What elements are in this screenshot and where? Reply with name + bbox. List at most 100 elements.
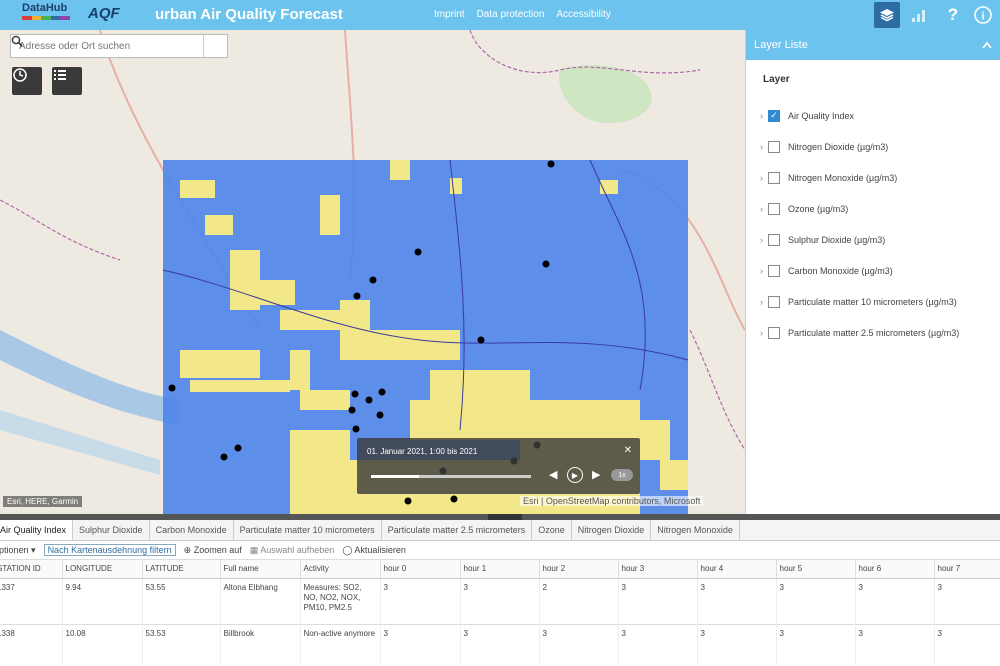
legend-button[interactable]: [52, 67, 82, 95]
signal-chart-button[interactable]: [906, 2, 932, 28]
station-point[interactable]: [234, 444, 242, 452]
table-row[interactable]: 1338 10.08 53.53 Billbrook Non-active an…: [0, 623, 1000, 664]
layer-checkbox[interactable]: [768, 202, 780, 215]
tab-carbon-monoxide[interactable]: Carbon Monoxide: [150, 520, 234, 540]
layer-item-ozone[interactable]: › Ozone (µg/m3): [746, 193, 1000, 224]
column-header[interactable]: STATION ID: [0, 560, 63, 579]
chevron-up-icon[interactable]: [982, 41, 992, 49]
imprint-link[interactable]: Imprint: [434, 9, 465, 20]
expand-icon[interactable]: ›: [760, 328, 768, 338]
table-row[interactable]: 1337 9.94 53.55 Altona Elbhang Measures:…: [0, 578, 1000, 624]
expand-icon[interactable]: ›: [760, 204, 768, 214]
expand-icon[interactable]: ›: [760, 173, 768, 183]
time-slider-close-icon[interactable]: ✕: [624, 445, 632, 456]
column-header[interactable]: hour 0: [380, 560, 461, 579]
station-point[interactable]: [547, 160, 555, 168]
search-icon: [11, 35, 23, 47]
table-cell: Non-active anymore: [300, 623, 381, 664]
layer-checkbox[interactable]: [768, 140, 780, 153]
top-header: DataHub AQF urban Air Quality Forecast I…: [0, 0, 1000, 30]
info-button[interactable]: i: [970, 2, 996, 28]
station-point[interactable]: [378, 388, 386, 396]
layer-item-sulphur-dioxide[interactable]: › Sulphur Dioxide (µg/m3): [746, 224, 1000, 255]
column-header[interactable]: hour 4: [697, 560, 777, 579]
layer-item-nitrogen-monoxide[interactable]: › Nitrogen Monoxide (µg/m3): [746, 162, 1000, 193]
layer-checkbox[interactable]: [768, 233, 780, 246]
time-slider-track[interactable]: [371, 475, 531, 478]
layer-checkbox[interactable]: [768, 171, 780, 184]
station-point[interactable]: [353, 292, 361, 300]
layer-checkbox[interactable]: [768, 326, 780, 339]
column-header[interactable]: hour 3: [618, 560, 698, 579]
zoom-to-button[interactable]: ⊕ Zoomen auf: [184, 545, 242, 556]
tab-nitrogen-dioxide[interactable]: Nitrogen Dioxide: [572, 520, 652, 540]
station-point[interactable]: [477, 336, 485, 344]
tab-air-quality-index[interactable]: Air Quality Index: [0, 520, 74, 540]
station-point[interactable]: [220, 453, 228, 461]
station-point[interactable]: [365, 396, 373, 404]
column-header[interactable]: LONGITUDE: [62, 560, 143, 579]
expand-icon[interactable]: ›: [760, 297, 768, 307]
datahub-logo[interactable]: DataHub: [22, 2, 70, 26]
search-button[interactable]: [11, 35, 227, 57]
layer-item-pm10[interactable]: › Particulate matter 10 micrometers (µg/m…: [746, 286, 1000, 317]
next-step-icon[interactable]: ▶: [592, 468, 600, 481]
help-button[interactable]: ?: [940, 2, 966, 28]
station-point[interactable]: [414, 248, 422, 256]
layer-item-pm25[interactable]: › Particulate matter 2.5 micrometers (µg/…: [746, 317, 1000, 348]
layers-button[interactable]: [874, 2, 900, 28]
data-protection-link[interactable]: Data protection: [477, 9, 545, 20]
layer-item-air-quality-index[interactable]: › ✓ Air Quality Index: [746, 100, 1000, 131]
expand-icon[interactable]: ›: [760, 111, 768, 121]
refresh-button[interactable]: ◯ Aktualisieren: [342, 545, 406, 556]
options-dropdown[interactable]: Optionen ▾: [0, 545, 36, 556]
layer-item-nitrogen-dioxide[interactable]: › Nitrogen Dioxide (µg/m3): [746, 131, 1000, 162]
aqf-logo[interactable]: AQF: [88, 5, 120, 22]
column-header[interactable]: Full name: [220, 560, 301, 579]
time-slider-panel: 01. Januar 2021, 1:00 bis 2021 ✕ ◀ ▶ ▶ 1…: [357, 438, 640, 494]
station-point[interactable]: [450, 495, 458, 503]
layer-checkbox[interactable]: [768, 295, 780, 308]
station-point[interactable]: [542, 260, 550, 268]
station-point[interactable]: [369, 276, 377, 284]
layer-item-carbon-monoxide[interactable]: › Carbon Monoxide (µg/m3): [746, 255, 1000, 286]
table-cell: 3: [460, 623, 540, 664]
search-input[interactable]: [11, 35, 203, 57]
column-header[interactable]: hour 2: [539, 560, 619, 579]
column-header[interactable]: hour 7: [934, 560, 1000, 579]
expand-icon[interactable]: ›: [760, 266, 768, 276]
column-header[interactable]: hour 5: [776, 560, 856, 579]
tab-ozone[interactable]: Ozone: [532, 520, 572, 540]
play-button[interactable]: ▶: [567, 467, 583, 483]
column-header[interactable]: hour 1: [460, 560, 540, 579]
refresh-label: Aktualisieren: [354, 544, 406, 555]
table-cell: 1338: [0, 623, 63, 664]
time-slider-button[interactable]: [12, 67, 42, 95]
station-point[interactable]: [351, 390, 359, 398]
clear-selection-button[interactable]: ▦ Auswahl aufheben: [250, 545, 335, 556]
layer-checkbox[interactable]: ✓: [768, 109, 780, 122]
table-cell: 3: [776, 578, 856, 624]
accessibility-link[interactable]: Accessibility: [556, 9, 610, 20]
station-point[interactable]: [376, 411, 384, 419]
column-header[interactable]: hour 6: [855, 560, 935, 579]
station-point[interactable]: [168, 384, 176, 392]
tab-pm10[interactable]: Particulate matter 10 micrometers: [234, 520, 382, 540]
station-point[interactable]: [404, 497, 412, 505]
column-header[interactable]: Activity: [300, 560, 381, 579]
filter-by-extent-button[interactable]: Nach Kartenausdehnung filtern: [43, 544, 176, 556]
tab-nitrogen-monoxide[interactable]: Nitrogen Monoxide: [651, 520, 740, 540]
column-header[interactable]: LATITUDE: [142, 560, 221, 579]
expand-icon[interactable]: ›: [760, 235, 768, 245]
table-cell: 3: [697, 578, 777, 624]
playback-speed[interactable]: 1x: [611, 469, 633, 481]
layer-checkbox[interactable]: [768, 264, 780, 277]
expand-icon[interactable]: ›: [760, 142, 768, 152]
table-cell: 3: [697, 623, 777, 664]
station-point[interactable]: [348, 406, 356, 414]
tab-sulphur-dioxide[interactable]: Sulphur Dioxide: [73, 520, 150, 540]
tab-pm25[interactable]: Particulate matter 2.5 micrometers: [382, 520, 533, 540]
station-point[interactable]: [352, 425, 360, 433]
map-view[interactable]: 01. Januar 2021, 1:00 bis 2021 ✕ ◀ ▶ ▶ 1…: [0, 30, 745, 514]
previous-step-icon[interactable]: ◀: [549, 468, 557, 481]
